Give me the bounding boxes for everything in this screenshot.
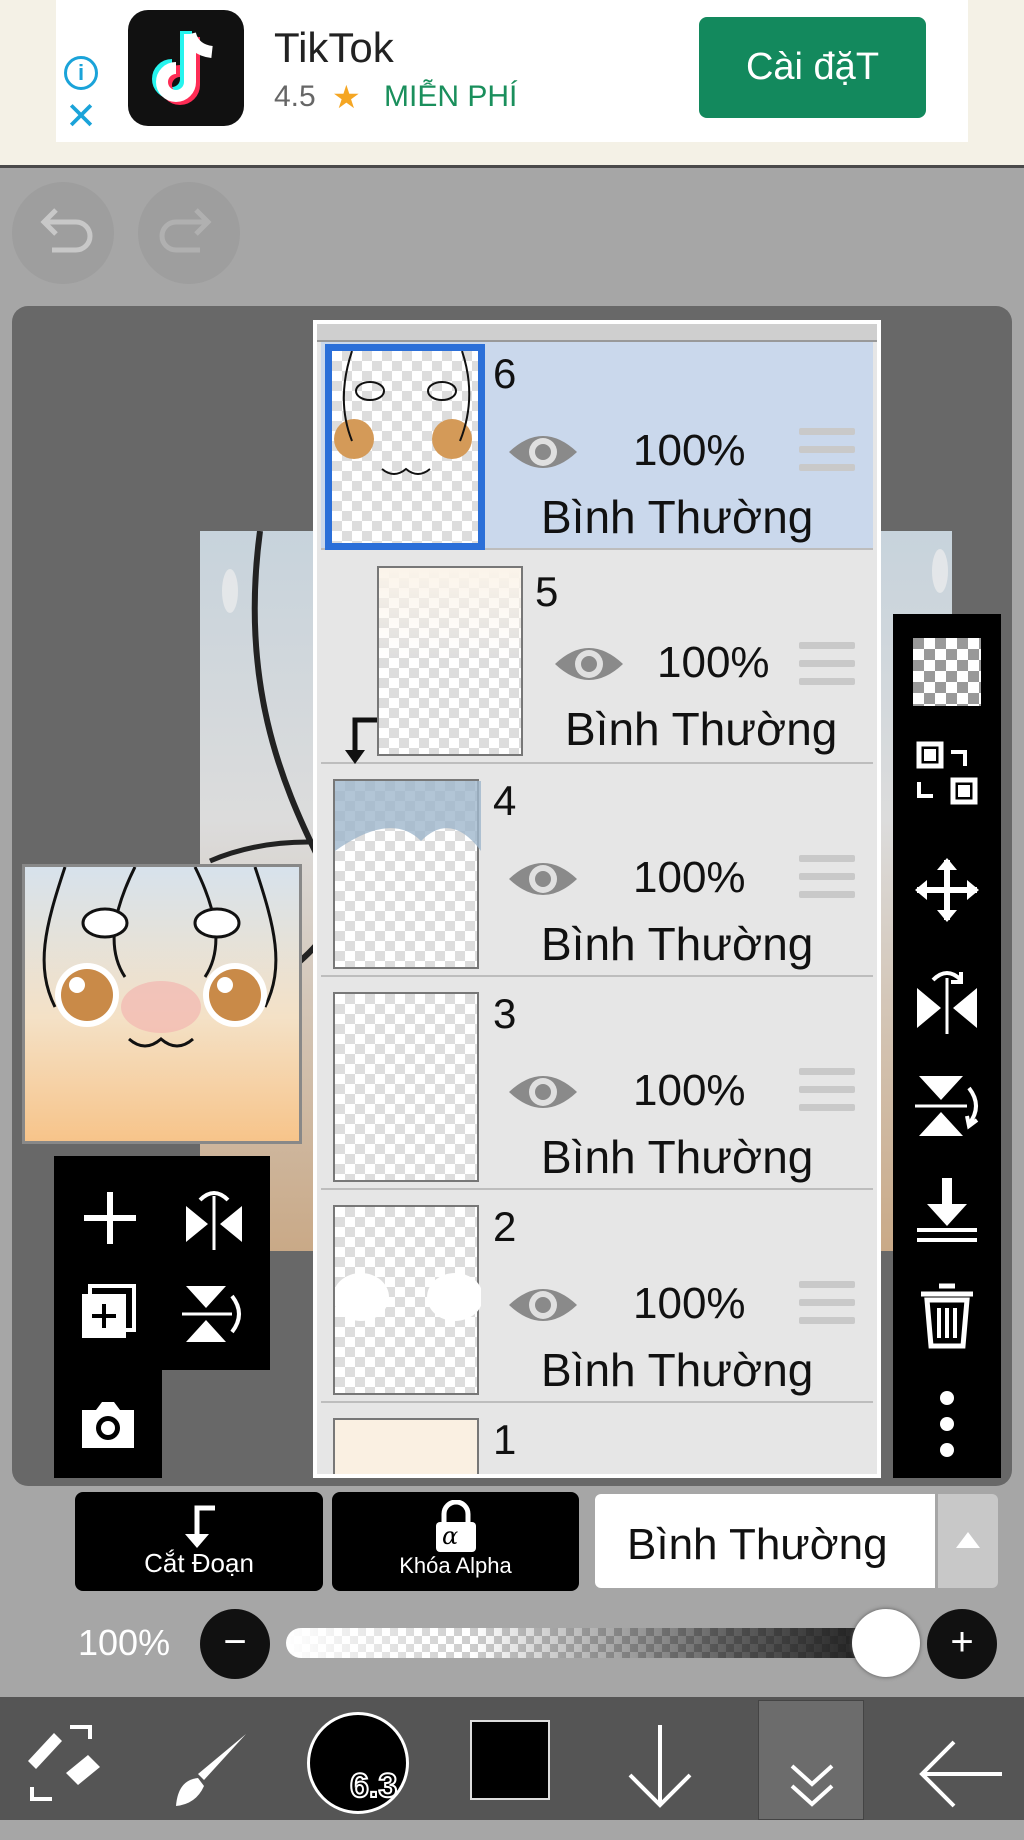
layer-thumbnail[interactable] bbox=[333, 1205, 483, 1395]
add-layer-icon[interactable] bbox=[78, 1186, 142, 1250]
brush-icon[interactable] bbox=[170, 1718, 250, 1822]
drag-handle-icon[interactable] bbox=[799, 1281, 855, 1325]
eye-icon[interactable] bbox=[505, 426, 581, 478]
opacity-increase-button[interactable]: + bbox=[927, 1609, 997, 1679]
camera-tool bbox=[54, 1370, 162, 1478]
eye-icon[interactable] bbox=[505, 853, 581, 905]
undo-button[interactable] bbox=[12, 182, 114, 284]
layer-blend-mode: Bình Thường bbox=[541, 491, 814, 543]
drag-handle-icon[interactable] bbox=[799, 428, 855, 472]
layer-thumbnail[interactable] bbox=[325, 344, 485, 550]
ad-rating: 4.5 bbox=[274, 80, 316, 113]
opacity-slider[interactable] bbox=[286, 1628, 908, 1658]
canvas-preview[interactable] bbox=[22, 864, 302, 1144]
drag-handle-icon[interactable] bbox=[799, 642, 855, 686]
merge-down-icon[interactable] bbox=[913, 1174, 981, 1242]
opacity-slider-handle[interactable] bbox=[852, 1609, 920, 1677]
collapse-layers-icon[interactable] bbox=[784, 1736, 840, 1840]
eye-icon[interactable] bbox=[505, 1066, 581, 1118]
redo-icon bbox=[159, 208, 212, 253]
layer-row-6[interactable]: 6 100% Bình Thường bbox=[321, 342, 873, 550]
drag-handle-icon[interactable] bbox=[799, 855, 855, 899]
brush-size-button[interactable]: 6.3 bbox=[307, 1712, 409, 1814]
layer-opacity: 100% bbox=[633, 1066, 746, 1115]
alpha-lock-label: Khóa Alpha bbox=[399, 1553, 512, 1578]
layer-tools-toolbar bbox=[893, 614, 1001, 1478]
color-swatch-button[interactable] bbox=[470, 1720, 550, 1800]
layer-row-4[interactable]: 4 100% Bình Thường bbox=[321, 769, 873, 977]
info-icon[interactable]: i bbox=[64, 56, 98, 90]
layer-number: 5 bbox=[535, 568, 559, 615]
opacity-decrease-button[interactable]: − bbox=[200, 1609, 270, 1679]
flip-canvas-horizontal-icon[interactable] bbox=[182, 1186, 246, 1250]
back-arrow-icon[interactable] bbox=[918, 1722, 1004, 1826]
layer-thumbnail[interactable] bbox=[333, 1418, 479, 1474]
blend-mode-select[interactable]: Bình Thường bbox=[595, 1494, 935, 1588]
flip-horizontal-icon[interactable] bbox=[913, 966, 981, 1034]
layer-row-1[interactable]: 1 bbox=[321, 1408, 873, 1474]
clip-arrow-icon bbox=[185, 1505, 215, 1548]
eye-icon[interactable] bbox=[505, 1279, 581, 1331]
layer-row-5[interactable]: 5 100% Bình Thường bbox=[321, 556, 873, 764]
ad-banner: i ✕ TikTok 4.5 ★ MIỄN PHÍ Cài đặT bbox=[0, 0, 1024, 168]
layer-row-2[interactable]: 2 100% Bình Thường bbox=[321, 1195, 873, 1403]
layer-blend-mode: Bình Thường bbox=[541, 918, 814, 970]
layer-opacity: 100% bbox=[633, 426, 746, 475]
flip-vertical-icon[interactable] bbox=[913, 1072, 981, 1140]
layer-thumbnail[interactable] bbox=[333, 779, 481, 969]
layer-thumbnail[interactable] bbox=[333, 992, 479, 1182]
install-button[interactable]: Cài đặT bbox=[699, 17, 926, 118]
flip-canvas-vertical-icon[interactable] bbox=[182, 1282, 246, 1346]
alpha-glyph: α bbox=[442, 1522, 459, 1550]
redo-button[interactable] bbox=[138, 182, 240, 284]
brush-size-value: 6.3 bbox=[349, 1766, 398, 1806]
clipping-button[interactable]: Cắt Đoạn bbox=[75, 1492, 323, 1591]
transparent-background-button[interactable] bbox=[913, 638, 981, 706]
swap-layer-icon[interactable] bbox=[913, 740, 981, 808]
layer-blend-mode: Bình Thường bbox=[565, 703, 838, 755]
clipping-label: Cắt Đoạn bbox=[144, 1548, 254, 1578]
arrow-down-icon[interactable] bbox=[624, 1714, 696, 1818]
trash-icon[interactable] bbox=[913, 1282, 981, 1350]
layer-number: 2 bbox=[493, 1203, 517, 1250]
tool-switch-icon[interactable] bbox=[22, 1712, 104, 1816]
blend-mode-dropdown[interactable] bbox=[938, 1494, 998, 1588]
layer-number: 3 bbox=[493, 990, 517, 1037]
canvas-tools bbox=[54, 1156, 270, 1370]
star-icon: ★ bbox=[332, 79, 361, 115]
layer-blend-mode: Bình Thường bbox=[541, 1131, 814, 1183]
tiktok-logo bbox=[128, 10, 244, 126]
close-icon[interactable]: ✕ bbox=[64, 98, 98, 136]
layer-number: 1 bbox=[493, 1416, 517, 1463]
layer-number: 6 bbox=[493, 350, 517, 397]
layer-panel[interactable]: 6 100% Bình Thường 5 100% Bình Thường 4 bbox=[313, 320, 881, 1478]
opacity-value: 100% bbox=[78, 1622, 171, 1663]
layer-opacity: 100% bbox=[657, 638, 770, 687]
layer-row-3[interactable]: 3 100% Bình Thường bbox=[321, 982, 873, 1190]
layer-blend-mode: Bình Thường bbox=[541, 1344, 814, 1396]
layer-opacity: 100% bbox=[633, 1279, 746, 1328]
drag-handle-icon[interactable] bbox=[799, 1068, 855, 1112]
duplicate-layer-icon[interactable] bbox=[78, 1282, 142, 1346]
ad-price: MIỄN PHÍ bbox=[384, 80, 518, 113]
undo-icon bbox=[40, 208, 93, 253]
layer-opacity: 100% bbox=[633, 853, 746, 902]
alpha-lock-button[interactable]: α Khóa Alpha bbox=[332, 1492, 579, 1591]
triangle-up-icon bbox=[956, 1532, 980, 1548]
clip-arrow-icon bbox=[345, 717, 377, 764]
move-icon[interactable] bbox=[913, 856, 981, 924]
ad-app-name: TikTok bbox=[274, 24, 394, 71]
layer-thumbnail[interactable] bbox=[377, 566, 523, 756]
eye-icon[interactable] bbox=[551, 638, 627, 690]
more-options-icon[interactable] bbox=[913, 1390, 981, 1458]
camera-icon[interactable] bbox=[76, 1392, 140, 1456]
layer-number: 4 bbox=[493, 777, 517, 824]
